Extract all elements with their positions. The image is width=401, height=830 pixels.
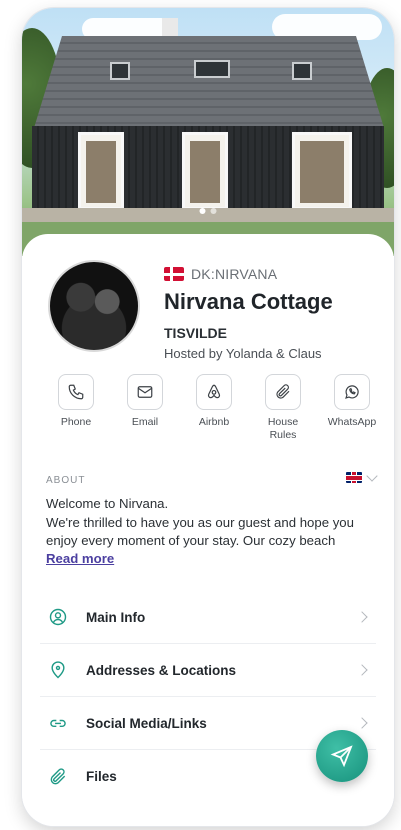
send-button[interactable]: [316, 730, 368, 782]
user-circle-icon: [49, 608, 67, 626]
house-door: [78, 132, 124, 210]
about-heading: ABOUT: [46, 475, 86, 486]
house-rules-button[interactable]: House Rules: [253, 374, 313, 442]
slide-dot[interactable]: [210, 208, 217, 214]
property-code-row: DK:NIRVANA: [164, 266, 277, 282]
whatsapp-icon: [345, 385, 359, 399]
send-icon: [330, 745, 353, 768]
quick-actions: Phone Email Airbnb House Rules WhatsApp: [46, 374, 382, 442]
menu-item-label: Main Info: [86, 609, 146, 625]
chevron-right-icon: [356, 611, 368, 623]
chevron-right-icon: [356, 717, 368, 729]
denmark-flag-icon: [164, 267, 184, 281]
skylight: [110, 62, 130, 80]
phone-icon: [68, 384, 84, 400]
location-pin-icon: [51, 661, 65, 679]
about-text: Welcome to Nirvana. We're thrilled to ha…: [46, 496, 354, 548]
paperclip-icon: [50, 767, 66, 784]
chevron-right-icon: [356, 664, 368, 676]
phone-label: Phone: [60, 416, 92, 428]
email-label: Email: [131, 416, 159, 428]
language-selector[interactable]: [346, 469, 378, 483]
airbnb-button[interactable]: Airbnb: [184, 374, 244, 442]
menu-item-label: Social Media/Links: [86, 715, 207, 731]
host-avatar: [48, 260, 140, 352]
uk-flag-icon: [346, 472, 362, 483]
skylight: [292, 62, 312, 80]
airbnb-icon: [207, 384, 221, 399]
link-icon: [50, 719, 66, 728]
slide-dot-active[interactable]: [199, 208, 206, 214]
property-name: Nirvana Cottage: [164, 289, 333, 314]
whatsapp-label: WhatsApp: [327, 416, 377, 428]
chevron-down-icon: [366, 469, 378, 482]
hero-photo[interactable]: [22, 8, 394, 256]
property-location: TISVILDE: [164, 325, 228, 341]
menu-item-addresses[interactable]: Addresses & Locations: [40, 644, 376, 697]
menu-item-label: Addresses & Locations: [86, 662, 237, 678]
email-icon: [137, 386, 153, 398]
read-more-link[interactable]: Read more: [46, 551, 114, 566]
email-button[interactable]: Email: [115, 374, 175, 442]
paperclip-icon: [276, 384, 290, 399]
phone-frame: DK:NIRVANA Nirvana Cottage TISVILDE Host…: [22, 8, 394, 826]
house-rules-label: House Rules: [267, 416, 299, 441]
property-card: DK:NIRVANA Nirvana Cottage TISVILDE Host…: [22, 234, 394, 826]
house-door: [182, 132, 228, 210]
property-code: DK:NIRVANA: [191, 266, 278, 282]
whatsapp-button[interactable]: WhatsApp: [322, 374, 382, 442]
slide-indicator: [199, 208, 217, 214]
airbnb-label: Airbnb: [198, 416, 230, 428]
menu-item-label: Files: [86, 769, 117, 784]
host-name: Hosted by Yolanda & Claus: [164, 346, 322, 361]
menu-item-main-info[interactable]: Main Info: [40, 591, 376, 644]
roof: [34, 36, 384, 128]
skylight: [194, 60, 230, 78]
phone-button[interactable]: Phone: [46, 374, 106, 442]
house-door: [292, 132, 352, 210]
